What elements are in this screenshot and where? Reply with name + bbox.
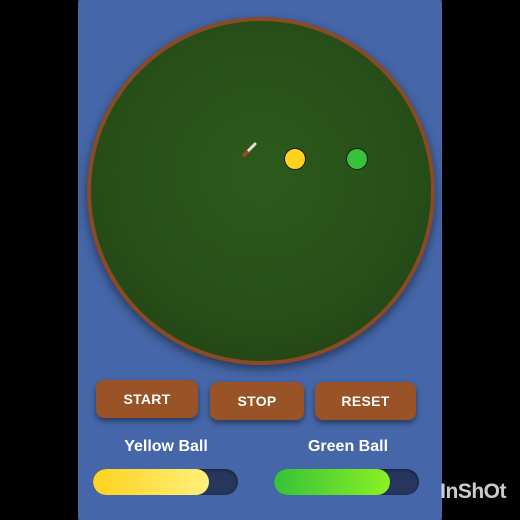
pool-table	[91, 21, 431, 361]
yellow-ball-progress-bar	[93, 469, 238, 495]
yellow-ball	[284, 148, 306, 170]
yellow-ball-label: Yellow Ball	[124, 438, 208, 455]
app-screen: START STOP RESET Yellow Ball Green Ball …	[0, 0, 520, 520]
watermark: InShOt	[440, 480, 506, 503]
green-ball-progress-fill	[274, 469, 390, 495]
start-button[interactable]: START	[96, 380, 198, 418]
green-ball	[346, 148, 368, 170]
green-ball-label: Green Ball	[307, 438, 389, 455]
cue-stick-icon	[242, 142, 257, 157]
yellow-ball-progress-fill	[93, 469, 209, 495]
green-ball-progress-bar	[274, 469, 419, 495]
stop-button[interactable]: STOP	[210, 382, 304, 420]
reset-button[interactable]: RESET	[315, 382, 416, 420]
